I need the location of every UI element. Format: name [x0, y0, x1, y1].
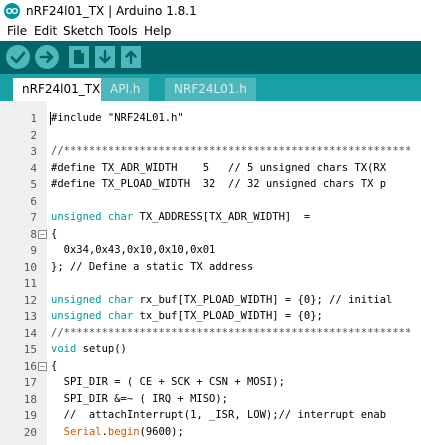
window-title: nRF24l01_TX | Arduino 1.8.1 [26, 4, 197, 18]
arduino-logo-icon [4, 3, 20, 19]
tab-nrf24l01-tx[interactable]: nRF24l01_TX [13, 78, 110, 101]
upload-button[interactable] [35, 45, 59, 69]
new-icon [74, 50, 84, 64]
code-text: Serial.begin(9600); [63, 425, 184, 438]
menu-tools[interactable]: Tools [108, 24, 138, 38]
menu-edit[interactable]: Edit [34, 24, 57, 38]
tab-api-h[interactable]: API.h [101, 78, 150, 101]
title-bar: nRF24l01_TX | Arduino 1.8.1 [0, 0, 421, 23]
menu-bar: File Edit Sketch Tools Help [0, 23, 421, 41]
save-button[interactable] [121, 46, 141, 68]
upload-icon [39, 51, 54, 63]
line-number: 20 [23, 425, 37, 439]
verify-icon [10, 51, 26, 64]
code-line: 20 Serial.begin(9600); [0, 423, 421, 442]
tab-bar: nRF24l01_TX API.h NRF24L01.h [0, 74, 421, 101]
menu-file[interactable]: File [7, 24, 27, 38]
menu-sketch[interactable]: Sketch [63, 24, 103, 38]
toolbar [0, 41, 421, 74]
fold-toggle-icon[interactable]: − [38, 229, 47, 239]
open-icon [99, 49, 111, 64]
new-button[interactable] [69, 46, 89, 68]
save-icon [125, 50, 137, 65]
open-button[interactable] [95, 46, 115, 68]
verify-button[interactable] [6, 45, 30, 69]
fold-toggle-icon[interactable]: − [38, 361, 47, 371]
code-editor[interactable]: 1 #include "NRF24L01.h" 2 3//**************… [0, 101, 421, 445]
tab-nrf24l01-h[interactable]: NRF24L01.h [165, 78, 256, 101]
menu-help[interactable]: Help [144, 24, 171, 38]
